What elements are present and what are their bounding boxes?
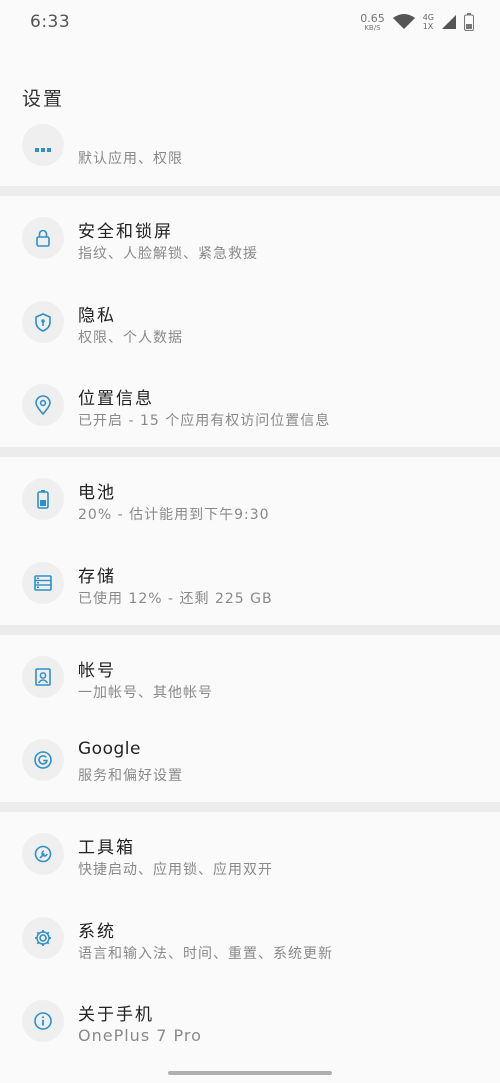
status-time: 6:33 (30, 12, 71, 32)
settings-item-battery-subtitle: 20% - 估计能用到下午9:30 (78, 507, 270, 523)
home-indicator[interactable] (168, 1071, 332, 1075)
lock-icon (22, 217, 64, 259)
signal-icon (442, 15, 456, 29)
settings-item-privacy[interactable]: 隐私 权限、个人数据 (0, 282, 500, 362)
settings-item-google-subtitle: 服务和偏好设置 (78, 768, 183, 784)
wifi-icon (392, 14, 415, 30)
network-speed-value: 0.65 (360, 11, 385, 25)
settings-item-tools-subtitle: 快捷启动、应用锁、应用双开 (78, 862, 273, 878)
tools-icon (22, 833, 64, 875)
divider (0, 625, 500, 635)
network-type: 4G 1X (423, 13, 434, 31)
divider (0, 447, 500, 457)
settings-item-google-title: Google (78, 739, 141, 759)
divider (0, 186, 500, 196)
status-bar: 6:33 0.65 KB/S 4G 1X (0, 0, 500, 44)
storage-icon (22, 562, 64, 604)
google-icon (22, 739, 64, 781)
settings-item-tools-title: 工具箱 (78, 838, 135, 858)
settings-item-about-title: 关于手机 (78, 1005, 154, 1025)
settings-item-system-title: 系统 (78, 922, 116, 942)
settings-item-location-title: 位置信息 (78, 389, 154, 409)
settings-item-storage-subtitle: 已使用 12% - 还剩 225 GB (78, 591, 273, 607)
network-type-top: 4G (422, 13, 434, 22)
network-type-bottom: 1X (422, 22, 434, 31)
settings-item-system-subtitle: 语言和输入法、时间、重置、系统更新 (78, 946, 333, 962)
settings-item-privacy-subtitle: 权限、个人数据 (78, 330, 183, 346)
settings-item-google[interactable]: Google 服务和偏好设置 (0, 720, 500, 800)
settings-item-accounts-subtitle: 一加帐号、其他帐号 (78, 685, 213, 701)
settings-item-battery[interactable]: 电池 20% - 估计能用到下午9:30 (0, 459, 500, 539)
network-speed: 0.65 KB/S (360, 13, 385, 32)
settings-item-apps-subtitle: 默认应用、权限 (78, 151, 183, 167)
settings-item-accounts-title: 帐号 (78, 661, 116, 681)
settings-item-system[interactable]: 系统 语言和输入法、时间、重置、系统更新 (0, 898, 500, 978)
settings-item-about[interactable]: 关于手机 OnePlus 7 Pro (0, 981, 500, 1061)
page-title: 设置 (22, 88, 65, 110)
location-pin-icon (22, 384, 64, 426)
settings-item-apps[interactable]: 默认应用、权限 (0, 124, 500, 186)
network-speed-unit: KB/S (364, 23, 381, 32)
settings-item-security[interactable]: 安全和锁屏 指纹、人脸解锁、紧急救援 (0, 198, 500, 278)
settings-item-storage-title: 存储 (78, 567, 116, 587)
battery-icon (464, 13, 474, 31)
settings-item-security-title: 安全和锁屏 (78, 222, 173, 242)
divider (0, 802, 500, 812)
settings-item-accounts[interactable]: 帐号 一加帐号、其他帐号 (0, 637, 500, 717)
settings-item-storage[interactable]: 存储 已使用 12% - 还剩 225 GB (0, 543, 500, 623)
status-icons: 0.65 KB/S 4G 1X (360, 10, 474, 34)
account-icon (22, 656, 64, 698)
privacy-shield-icon (22, 301, 64, 343)
settings-item-privacy-title: 隐私 (78, 306, 116, 326)
settings-item-about-subtitle: OnePlus 7 Pro (78, 1026, 202, 1045)
apps-icon (22, 124, 64, 166)
settings-item-tools[interactable]: 工具箱 快捷启动、应用锁、应用双开 (0, 814, 500, 894)
battery-icon (22, 478, 64, 520)
settings-item-location-subtitle: 已开启 - 15 个应用有权访问位置信息 (78, 413, 331, 429)
settings-item-battery-title: 电池 (78, 483, 116, 503)
settings-item-location[interactable]: 位置信息 已开启 - 15 个应用有权访问位置信息 (0, 365, 500, 445)
gear-icon (22, 917, 64, 959)
settings-item-security-subtitle: 指纹、人脸解锁、紧急救援 (78, 246, 258, 262)
info-icon (22, 1000, 64, 1042)
